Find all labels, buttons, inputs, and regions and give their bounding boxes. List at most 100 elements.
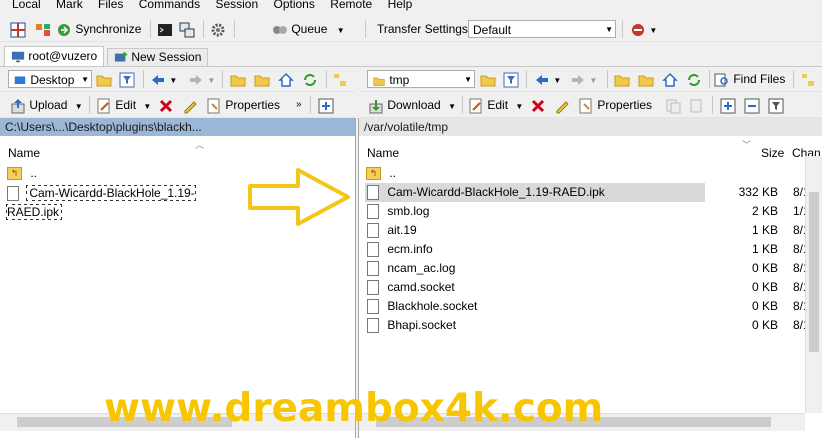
overflow-chevron-icon[interactable]: » [296,96,302,114]
forward-arrow-icon[interactable]: ▼ [188,70,215,88]
chevron-down-icon[interactable]: ▼ [589,76,597,85]
filter-icon[interactable] [503,70,519,88]
open-folder-icon[interactable] [96,70,112,88]
file-icon [367,242,379,258]
right-col-name-header[interactable]: Name [367,146,399,160]
sync-browse-icon[interactable] [35,20,51,38]
refresh-icon[interactable] [302,70,318,88]
menu-mark[interactable]: Mark [56,0,83,10]
queue-button[interactable]: Queue ▼ [272,20,345,38]
new-folder-icon[interactable] [720,96,736,114]
find-files-button[interactable]: Find Files [714,70,785,88]
tab-new-session[interactable]: New Session [107,48,209,66]
menu-bar: Local Mark Files Commands Session Option… [0,0,822,11]
menu-session[interactable]: Session [215,0,258,10]
chevron-down-icon: ▼ [464,75,472,84]
right-row-ait[interactable]: ait.19 [367,221,707,240]
desktop-icon [14,76,26,84]
transfer-settings-label: Transfer Settings [377,22,468,36]
delete-icon[interactable] [530,96,546,114]
refresh-icon[interactable] [686,70,702,88]
download-button[interactable]: Download ▼ [368,96,456,114]
home-icon[interactable] [662,70,678,88]
right-action-toolbar: Download ▼ Edit ▼ Properties [360,93,822,118]
root-dir-icon[interactable] [638,70,654,88]
chevron-down-icon[interactable]: ▼ [75,102,83,111]
right-path-bar[interactable]: /var/volatile/tmp [359,118,822,136]
menu-files[interactable]: Files [98,0,123,10]
edit-button[interactable]: Edit ▼ [468,96,523,114]
root-dir-icon[interactable] [254,70,270,88]
right-row-ecm-info[interactable]: ecm.info [367,240,707,259]
right-vertical-scrollbar[interactable] [805,156,822,413]
menu-commands[interactable]: Commands [139,0,200,10]
properties-button[interactable]: Properties [206,96,280,114]
monitor-icon [11,51,25,63]
right-row-parent[interactable]: ↰ .. [366,164,806,183]
compare-icon[interactable] [10,20,26,38]
parent-folder-icon: ↰ [366,167,381,181]
delete-icon[interactable] [158,96,174,114]
rename-icon[interactable] [182,96,198,114]
putty-icon[interactable] [179,20,195,38]
right-row-ncam-log[interactable]: ncam_ac.log [367,259,707,278]
sort-arrow-icon: ︿ [195,140,205,150]
back-arrow-icon[interactable]: ▼ [150,70,177,88]
folder-icon [373,77,385,86]
open-folder-icon[interactable] [480,70,496,88]
left-col-name-header[interactable]: Name [8,146,40,160]
new-folder-icon[interactable] [318,96,334,114]
file-icon [367,185,379,201]
forward-arrow-icon[interactable]: ▼ [570,70,597,88]
right-row-smb-log[interactable]: smb.log [367,202,707,221]
console-icon[interactable] [157,20,173,38]
left-action-toolbar: Upload ▼ Edit ▼ Properties » [0,93,355,118]
tab-root-vuzero[interactable]: root@vuzero [4,46,105,66]
edit-button[interactable]: Edit ▼ [96,96,151,114]
synchronize-button[interactable]: Synchronize [56,20,141,38]
chevron-down-icon[interactable]: ▼ [207,76,215,85]
parent-dir-icon[interactable] [614,70,630,88]
right-row-bhapi-socket[interactable]: Bhapi.socket [367,316,707,335]
menu-options[interactable]: Options [273,0,314,10]
annotation-arrow [248,168,350,226]
right-row-blackhole-socket[interactable]: Blackhole.socket [367,297,707,316]
menu-remote[interactable]: Remote [330,0,372,10]
chevron-down-icon[interactable]: ▼ [649,26,657,35]
home-icon[interactable] [278,70,294,88]
right-col-size-header[interactable]: Size [761,146,784,160]
scrollbar-thumb[interactable] [809,192,819,352]
copy-disabled-icon[interactable] [665,96,681,114]
left-row-file[interactable]: Cam-Wicardd-BlackHole_1.19-RAED.ipk [6,184,247,220]
new-session-icon [114,51,128,62]
select-filter-icon[interactable] [768,96,784,114]
gear-icon[interactable] [210,20,226,38]
menu-help[interactable]: Help [388,0,413,10]
chevron-down-icon[interactable]: ▼ [143,102,151,111]
transfer-options-icon[interactable]: ▼ [630,20,657,38]
rename-icon[interactable] [554,96,570,114]
right-row-selected[interactable]: Cam-Wicardd-BlackHole_1.19-RAED.ipk [365,183,705,202]
right-row-camd-socket[interactable]: camd.socket [367,278,707,297]
collapse-icon[interactable] [744,96,760,114]
chevron-down-icon[interactable]: ▼ [448,102,456,111]
tree-icon[interactable] [332,70,348,88]
transfer-settings-select[interactable]: Default ▼ [468,20,616,38]
left-path-bar[interactable]: C:\Users\...\Desktop\plugins\blackh... [0,118,355,136]
chevron-down-icon[interactable]: ▼ [337,26,345,35]
chevron-down-icon[interactable]: ▼ [515,102,523,111]
parent-dir-icon[interactable] [230,70,246,88]
file-icon [367,299,379,315]
right-location-select[interactable]: tmp ▼ [367,70,475,88]
left-location-select[interactable]: Desktop ▼ [8,70,92,88]
file-icon [367,223,379,239]
paste-disabled-icon[interactable] [688,96,704,114]
menu-local[interactable]: Local [12,0,41,10]
chevron-down-icon[interactable]: ▼ [553,76,561,85]
upload-button[interactable]: Upload ▼ [10,96,83,114]
back-arrow-icon[interactable]: ▼ [534,70,561,88]
properties-button[interactable]: Properties [578,96,652,114]
filter-icon[interactable] [119,70,135,88]
chevron-down-icon[interactable]: ▼ [169,76,177,85]
tree-icon[interactable] [800,70,816,88]
